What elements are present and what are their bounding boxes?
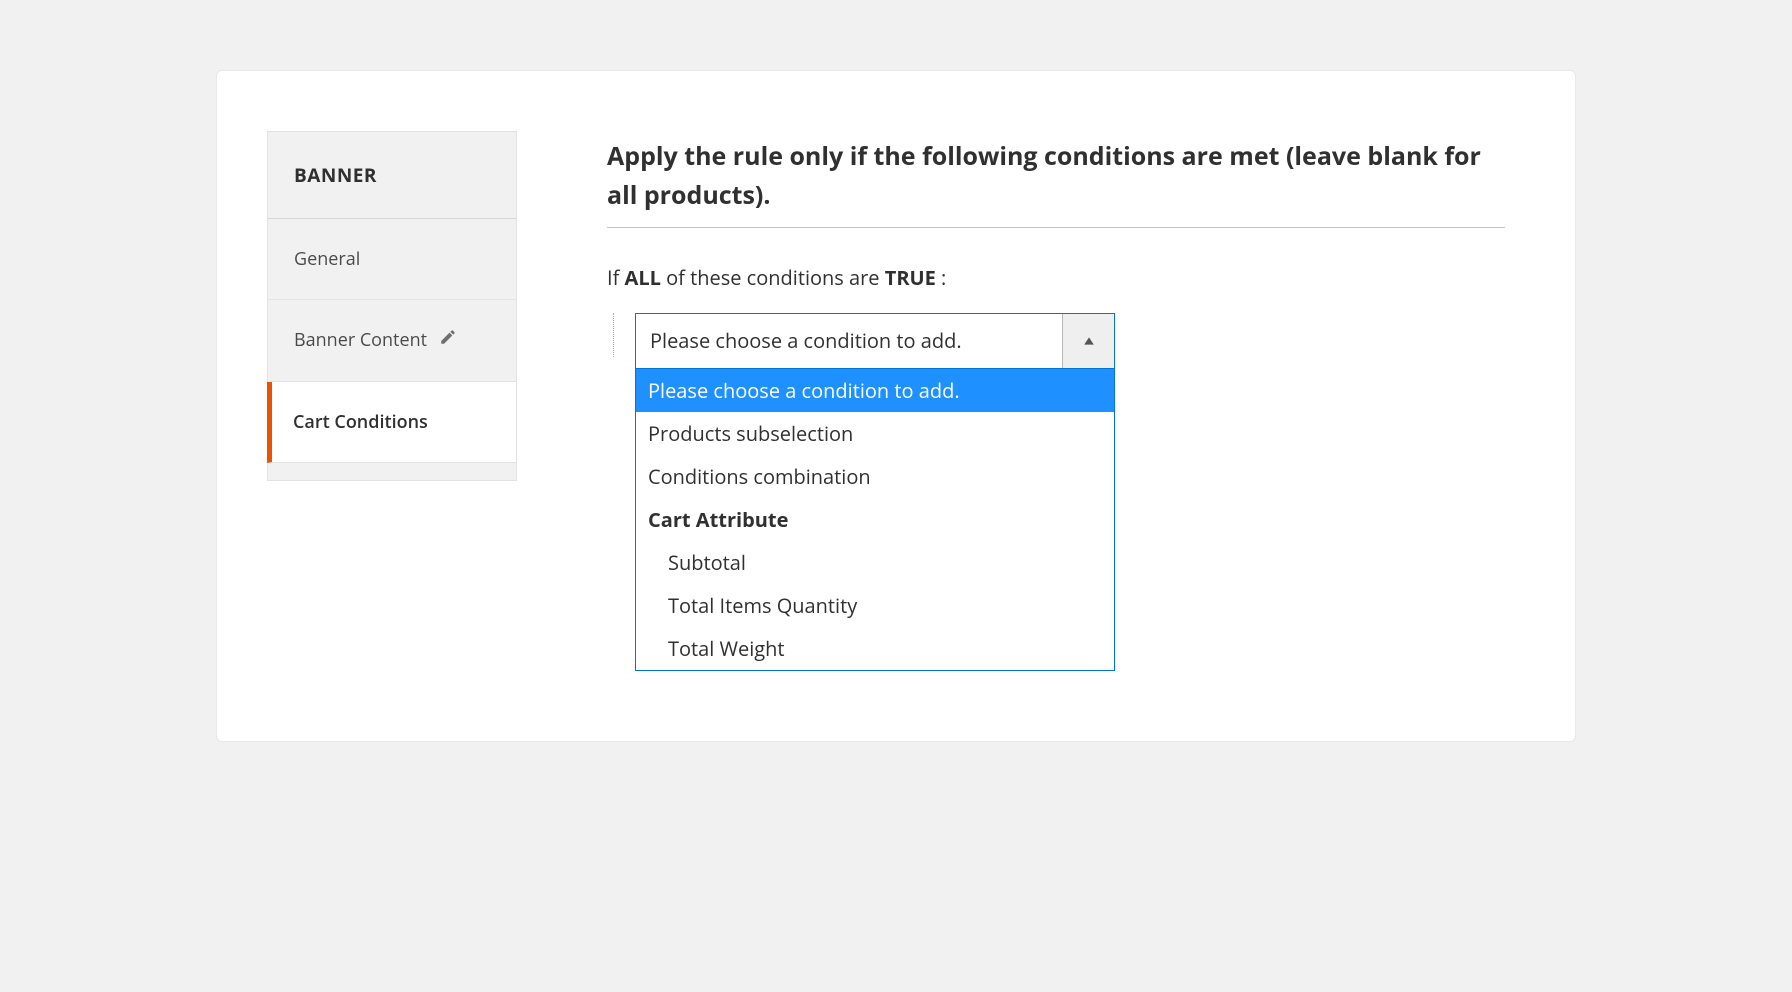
select-optgroup-label: Cart Attribute <box>636 498 1114 541</box>
sidebar-header: BANNER <box>267 131 517 219</box>
select-option[interactable]: Total Weight <box>636 627 1114 670</box>
sentence-post: : <box>936 264 946 291</box>
condition-aggregate[interactable]: ALL <box>625 264 661 291</box>
sidebar-item-label: General <box>294 247 360 271</box>
chevron-up-icon[interactable] <box>1062 314 1114 368</box>
select-option[interactable]: Please choose a condition to add. <box>636 369 1114 412</box>
select-option[interactable]: Subtotal <box>636 541 1114 584</box>
sidebar-item-general[interactable]: General <box>267 219 517 300</box>
select-option[interactable]: Conditions combination <box>636 455 1114 498</box>
section-heading: Apply the rule only if the following con… <box>607 137 1505 215</box>
select-dropdown: Please choose a condition to add. Produc… <box>635 369 1115 671</box>
sentence-pre: If <box>607 264 625 291</box>
condition-value[interactable]: TRUE <box>885 264 936 291</box>
sidebar-item-cart-conditions[interactable]: Cart Conditions <box>267 382 517 463</box>
select-option[interactable]: Total Items Quantity <box>636 584 1114 627</box>
condition-select[interactable]: Please choose a condition to add. Please… <box>635 313 1115 671</box>
main-panel: Apply the rule only if the following con… <box>607 131 1505 671</box>
tree-connector <box>607 313 635 357</box>
sidebar-item-banner-content[interactable]: Banner Content <box>267 300 517 381</box>
condition-sentence: If ALL of these conditions are TRUE : <box>607 264 1505 291</box>
sidebar-item-label: Cart Conditions <box>293 410 428 434</box>
select-display[interactable]: Please choose a condition to add. <box>635 313 1115 369</box>
sidebar-bottom-spacer <box>267 463 517 481</box>
select-option[interactable]: Products subselection <box>636 412 1114 455</box>
sidebar-item-label: Banner Content <box>294 328 427 352</box>
sentence-mid: of these conditions are <box>661 264 885 291</box>
condition-add-row: Please choose a condition to add. Please… <box>607 313 1505 671</box>
divider <box>607 227 1505 228</box>
edit-icon <box>439 328 457 352</box>
settings-card: BANNER General Banner Content Cart Condi… <box>216 70 1576 742</box>
select-placeholder: Please choose a condition to add. <box>636 314 1062 368</box>
sidebar: BANNER General Banner Content Cart Condi… <box>267 131 517 671</box>
